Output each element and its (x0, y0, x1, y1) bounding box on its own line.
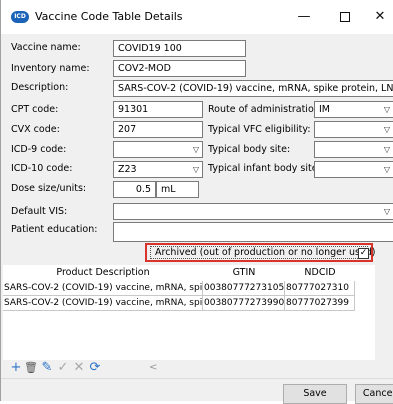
chevron-down-icon: ▽ (383, 207, 390, 216)
column-header-product-description[interactable]: Product Description (3, 265, 203, 281)
vaccine-code-dialog: ICD Vaccine Code Table Details — ✕ Vacci… (0, 0, 393, 404)
edit-icon[interactable]: ✎ (40, 360, 54, 376)
inventory-name-label: Inventory name: (11, 63, 90, 74)
close-button[interactable]: ✕ (365, 6, 393, 28)
chevron-down-icon: ▽ (383, 165, 390, 174)
chevron-down-icon: ▽ (192, 165, 199, 174)
description-input[interactable]: SARS-COV-2 (COVID-19) vaccine, mRNA, spi… (113, 80, 393, 97)
chevron-down-icon: ▽ (383, 145, 390, 154)
body-site-select[interactable]: ▽ (314, 141, 393, 158)
archived-checkbox[interactable]: ✓ (358, 248, 369, 259)
chevron-down-icon: ▽ (383, 125, 390, 134)
dose-size-label: Dose size/units: (11, 183, 87, 194)
archived-label: Archived (out of production or no longer… (155, 247, 376, 258)
table-row[interactable]: SARS-COV-2 (COVID-19) vaccine, mRNA, spi… (3, 296, 355, 311)
product-grid: Product Description GTIN NDCID SARS-COV-… (3, 265, 375, 360)
column-header-gtin[interactable]: GTIN (203, 265, 285, 281)
archived-highlight: Archived (out of production or no longer… (145, 243, 376, 262)
patient-education-input[interactable] (113, 222, 393, 242)
cpt-code-label: CPT code: (11, 104, 59, 115)
cancel-icon[interactable]: ✕ (72, 360, 86, 376)
cpt-code-input[interactable]: 91301 (113, 101, 203, 118)
dose-size-input[interactable]: 0.5 (113, 181, 156, 198)
default-vis-select[interactable]: ▽ (113, 203, 393, 220)
inventory-name-input[interactable]: COV2-MOD (113, 60, 246, 77)
cell-ndcid: 80777027310 (285, 281, 355, 296)
app-icon: ICD (11, 11, 29, 23)
minimize-button[interactable]: — (289, 6, 319, 28)
route-value: IM (319, 104, 330, 115)
vaccine-name-input[interactable]: COVID19 100 (113, 40, 246, 57)
cell-product-description: SARS-COV-2 (COVID-19) vaccine, mRNA, spi… (3, 296, 203, 311)
cell-gtin: 00380777273990 (203, 296, 285, 311)
cell-gtin: 00380777273105 (203, 281, 285, 296)
chevron-down-icon: ▽ (192, 145, 199, 154)
table-row[interactable]: SARS-COV-2 (COVID-19) vaccine, mRNA, spi… (3, 281, 355, 296)
infant-body-site-select[interactable]: ▽ (314, 161, 393, 178)
dialog-footer: Save Cancel (1, 378, 393, 404)
vfc-label: Typical VFC eligibility: (208, 124, 311, 135)
icd9-code-label: ICD-9 code: (11, 144, 67, 155)
infant-body-site-label: Typical infant body site: (208, 163, 321, 174)
patient-education-label: Patient education: (11, 224, 98, 235)
delete-icon[interactable]: 🗑 (24, 360, 38, 376)
body-site-label: Typical body site: (208, 144, 291, 155)
route-label: Route of administration: (208, 104, 323, 115)
icd9-code-select[interactable]: ▽ (113, 141, 203, 158)
icd10-code-value: Z23 (118, 164, 137, 175)
icd10-code-select[interactable]: Z23 ▽ (113, 161, 203, 178)
maximize-button[interactable] (330, 6, 360, 28)
cell-product-description: SARS-COV-2 (COVID-19) vaccine, mRNA, spi… (3, 281, 203, 296)
cancel-button[interactable]: Cancel (355, 384, 393, 404)
description-label: Description: (11, 82, 69, 93)
cell-ndcid: 80777027399 (285, 296, 355, 311)
route-select[interactable]: IM ▽ (314, 101, 393, 118)
scroll-left-icon[interactable]: < (149, 360, 157, 376)
cvx-code-label: CVX code: (11, 124, 60, 135)
icd10-code-label: ICD-10 code: (11, 163, 73, 174)
vfc-select[interactable]: ▽ (314, 121, 393, 138)
refresh-icon[interactable]: ⟳ (88, 360, 102, 376)
title-bar: ICD Vaccine Code Table Details — ✕ (1, 0, 393, 34)
chevron-down-icon: ▽ (383, 105, 390, 114)
cvx-code-input[interactable]: 207 (113, 121, 203, 138)
column-header-ndcid[interactable]: NDCID (285, 265, 355, 281)
vaccine-name-label: Vaccine name: (11, 42, 81, 53)
dose-unit-input[interactable]: mL (156, 181, 199, 198)
add-icon[interactable]: + (9, 360, 23, 376)
default-vis-label: Default VIS: (11, 206, 68, 217)
archived-checkbox-row[interactable]: Archived (out of production or no longer… (150, 246, 376, 259)
window-title: Vaccine Code Table Details (35, 10, 183, 23)
confirm-icon[interactable]: ✓ (56, 360, 70, 376)
save-button[interactable]: Save (283, 384, 347, 404)
maximize-icon (340, 11, 350, 22)
